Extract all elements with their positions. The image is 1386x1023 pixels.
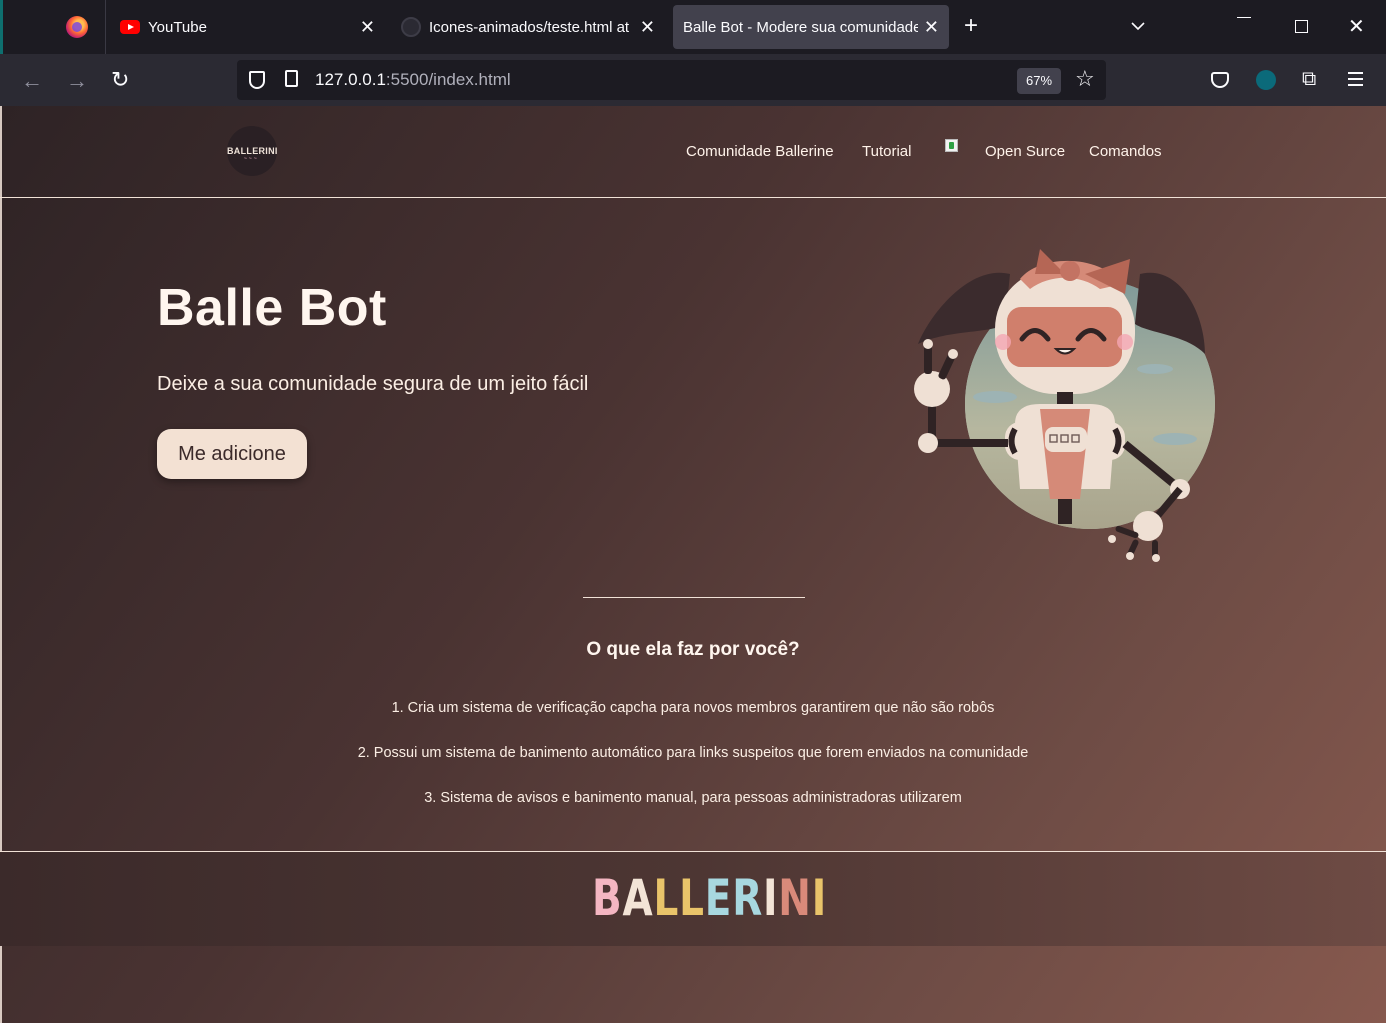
- footer-letter: N: [778, 869, 812, 927]
- url-path: :5500/index.html: [385, 70, 511, 89]
- features-title: O que ela faz por você?: [586, 639, 800, 660]
- page-info-icon[interactable]: [285, 70, 298, 87]
- close-icon[interactable]: ✕: [640, 17, 655, 37]
- add-bot-button[interactable]: Me adicione: [157, 429, 307, 479]
- feature-item: 3. Sistema de avisos e banimento manual,…: [424, 790, 962, 806]
- hero-subtitle: Deixe a sua comunidade segura de um jeit…: [157, 373, 589, 395]
- robot-illustration: [914, 249, 1215, 562]
- footer-letter: I: [811, 869, 828, 927]
- menu-tutorial[interactable]: Tutorial: [862, 143, 911, 160]
- close-icon[interactable]: ✕: [360, 17, 375, 37]
- shield-icon[interactable]: [249, 71, 265, 89]
- feature-item: 1. Cria um sistema de verificação capcha…: [391, 700, 995, 716]
- tab-youtube[interactable]: YouTube ✕: [110, 5, 385, 49]
- site-footer: BALLERINI: [0, 851, 1386, 946]
- firefox-icon[interactable]: [66, 16, 88, 38]
- broken-image-icon[interactable]: [945, 139, 958, 152]
- footer-letter: I: [763, 869, 779, 927]
- maximize-icon[interactable]: [1295, 20, 1308, 33]
- menu-comunidade[interactable]: Comunidade Ballerine: [686, 143, 834, 160]
- footer-letter: E: [704, 869, 733, 927]
- feature-item: 2. Possui um sistema de banimento automá…: [357, 745, 1029, 761]
- hamburger-menu-icon[interactable]: [1348, 72, 1363, 90]
- new-tab-icon[interactable]: +: [964, 14, 978, 38]
- zoom-badge[interactable]: 67%: [1017, 68, 1061, 94]
- hero-title: Balle Bot: [157, 279, 387, 337]
- tab-github[interactable]: Icones-animados/teste.html at ✕: [393, 5, 665, 49]
- footer-letter: B: [592, 869, 623, 927]
- account-icon[interactable]: [1256, 70, 1276, 90]
- logo-text: BALLERINI: [227, 146, 278, 156]
- chevron-down-icon[interactable]: [1130, 18, 1146, 34]
- extensions-icon[interactable]: ⧉: [1302, 68, 1316, 91]
- back-icon[interactable]: ←: [21, 70, 43, 92]
- footer-letter: A: [622, 869, 654, 927]
- tab-separator: [105, 0, 106, 54]
- reload-icon[interactable]: ↻: [111, 69, 129, 91]
- bookmark-star-icon[interactable]: ☆: [1075, 67, 1095, 91]
- tab-title: Balle Bot - Modere sua comunidade: [683, 18, 918, 36]
- footer-logo: BALLERINI: [592, 873, 827, 923]
- footer-letter: L: [653, 869, 680, 927]
- site-header: BALLERINI ~ ~ ~ Comunidade Ballerine Tuto…: [0, 106, 1386, 198]
- url-text[interactable]: 127.0.0.1:5500/index.html: [315, 70, 511, 90]
- menu-comandos[interactable]: Comandos: [1089, 143, 1162, 160]
- tab-title: YouTube: [148, 18, 207, 36]
- pocket-icon[interactable]: [1211, 72, 1229, 88]
- nav-bar: ← → ↻ 127.0.0.1:5500/index.html 67% ☆ ⧉: [0, 54, 1386, 106]
- github-icon: [401, 17, 421, 37]
- window-close-icon[interactable]: ✕: [1348, 14, 1365, 39]
- tab-title: Icones-animados/teste.html at: [429, 18, 630, 36]
- tab-bar: YouTube ✕ Icones-animados/teste.html at …: [0, 0, 1386, 54]
- minimize-icon[interactable]: [1237, 17, 1251, 18]
- url-host: 127.0.0.1: [315, 70, 386, 89]
- url-bar[interactable]: 127.0.0.1:5500/index.html 67% ☆: [237, 60, 1106, 100]
- ballerini-logo[interactable]: BALLERINI ~ ~ ~: [227, 126, 277, 176]
- youtube-icon: [120, 20, 140, 34]
- close-icon[interactable]: ✕: [924, 17, 939, 37]
- footer-letter: R: [732, 869, 764, 927]
- menu-open-source[interactable]: Open Surce: [985, 143, 1065, 160]
- forward-icon[interactable]: →: [66, 70, 88, 92]
- tab-balle-bot[interactable]: Balle Bot - Modere sua comunidade ✕: [673, 5, 949, 49]
- section-divider: [583, 597, 805, 598]
- footer-letter: L: [679, 869, 705, 927]
- page-content: BALLERINI ~ ~ ~ Comunidade Ballerine Tuto…: [0, 106, 1386, 1023]
- window-edge: [0, 0, 3, 54]
